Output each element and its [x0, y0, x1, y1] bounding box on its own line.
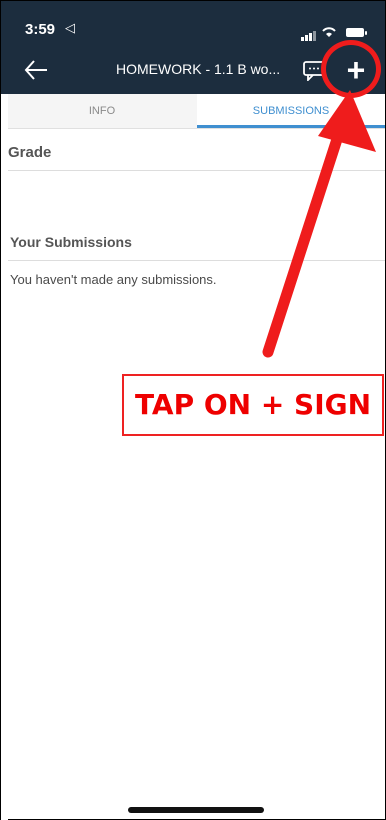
back-arrow-icon[interactable] [23, 57, 49, 83]
empty-submissions-message: You haven't made any submissions. [10, 272, 217, 287]
battery-icon [346, 28, 364, 37]
annotation-callout: TAP ON + SIGN [122, 374, 384, 436]
signal-icon [301, 31, 316, 41]
status-time: 3:59 [25, 21, 56, 38]
page-title: HOMEWORK - 1.1 B wo... [116, 61, 281, 77]
tab-info[interactable]: INFO [8, 94, 196, 128]
left-gutter [1, 94, 8, 820]
location-arrow-icon: ◁ [65, 20, 75, 35]
wifi-icon [322, 27, 336, 37]
home-indicator[interactable] [128, 807, 264, 813]
submissions-heading-text: Your Submissions [10, 234, 132, 250]
grade-heading-text: Grade [8, 144, 52, 161]
battery-tip [365, 31, 367, 35]
annotation-arrow [262, 90, 376, 358]
